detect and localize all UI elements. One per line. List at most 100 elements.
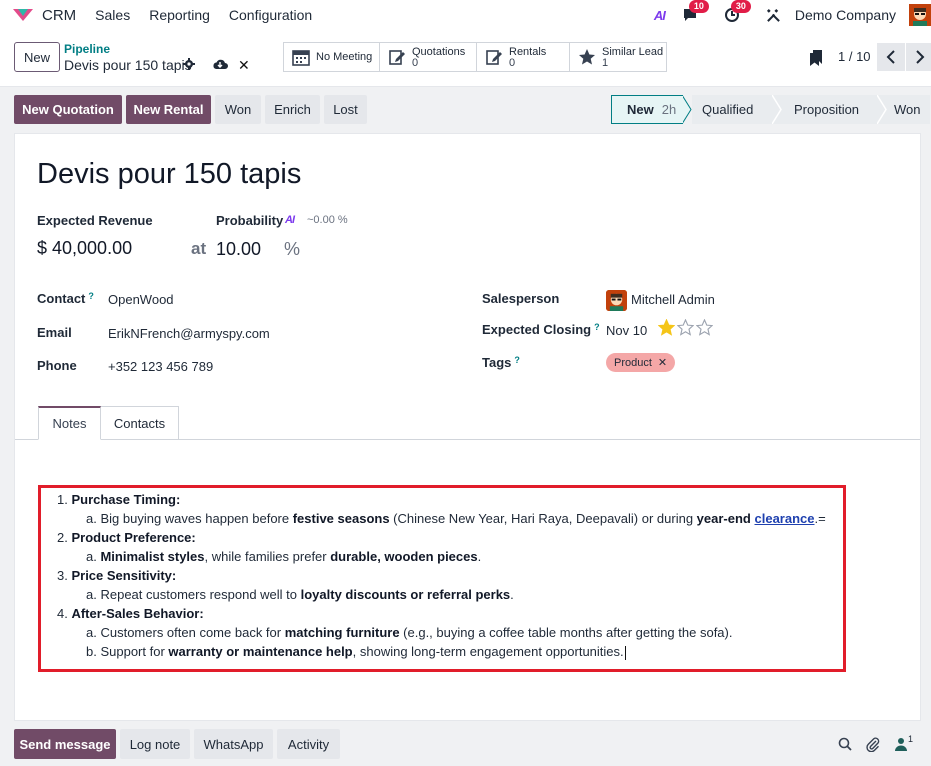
smart-button-meeting[interactable]: No Meeting bbox=[283, 42, 380, 72]
pager-next-button[interactable] bbox=[906, 43, 931, 71]
stage-qualified[interactable]: Qualified bbox=[692, 95, 772, 124]
new-quotation-button[interactable]: New Quotation bbox=[14, 95, 122, 124]
help-tooltip-icon[interactable]: ? bbox=[594, 322, 600, 332]
smart-button-quotations[interactable]: Quotations 0 bbox=[379, 42, 477, 72]
note-bold-text: year-end bbox=[696, 511, 751, 526]
star-empty-icon[interactable] bbox=[677, 319, 694, 336]
phone-label: Phone bbox=[37, 358, 77, 373]
email-input[interactable]: ErikNFrench@armyspy.com bbox=[108, 326, 270, 341]
activity-button[interactable]: Activity bbox=[277, 729, 340, 759]
enrich-button[interactable]: Enrich bbox=[265, 95, 320, 124]
menu-configuration[interactable]: Configuration bbox=[229, 7, 312, 23]
new-rental-button[interactable]: New Rental bbox=[126, 95, 211, 124]
stage-won[interactable]: Won bbox=[887, 95, 930, 124]
note-heading-text: After-Sales Behavior: bbox=[71, 606, 204, 621]
note-heading: 2. Product Preference: bbox=[57, 530, 196, 545]
percent-sign: % bbox=[284, 239, 301, 259]
stage-label: Qualified bbox=[702, 102, 754, 117]
log-note-button[interactable]: Log note bbox=[120, 729, 190, 759]
salesperson-input[interactable]: Mitchell Admin bbox=[631, 292, 715, 307]
stage-proposition[interactable]: Proposition bbox=[782, 95, 877, 124]
pager-value[interactable]: 1 / 10 bbox=[838, 49, 871, 64]
control-panel: New Pipeline Devis pour 150 tapis ✕ No M… bbox=[0, 30, 931, 87]
app-name[interactable]: CRM bbox=[42, 7, 76, 24]
probability-input[interactable]: 10.00 bbox=[216, 239, 261, 260]
note-bold-text: matching furniture bbox=[284, 625, 400, 640]
star-empty-icon[interactable] bbox=[696, 319, 713, 336]
note-subitem: a. Repeat customers respond well to loya… bbox=[86, 587, 514, 602]
phone-input[interactable]: +352 123 456 789 bbox=[108, 359, 213, 374]
note-text: Repeat customers respond well to bbox=[100, 587, 301, 602]
smart-button-value: 0 bbox=[412, 56, 419, 69]
whatsapp-button[interactable]: WhatsApp bbox=[194, 729, 273, 759]
pager-previous-button[interactable] bbox=[877, 43, 905, 71]
discard-icon[interactable]: ✕ bbox=[238, 57, 250, 74]
notes-editor[interactable]: 1. Purchase Timing: a. Big buying waves h… bbox=[38, 485, 846, 672]
smart-button-value: 1 bbox=[602, 56, 609, 69]
stage-arrow-icon bbox=[772, 95, 782, 124]
note-link[interactable]: clearance bbox=[755, 511, 815, 526]
expected-closing-label: Expected Closing? bbox=[482, 322, 600, 337]
menu-sales[interactable]: Sales bbox=[95, 7, 130, 23]
won-button[interactable]: Won bbox=[215, 95, 261, 124]
help-tooltip-icon[interactable]: ? bbox=[514, 355, 520, 365]
lost-button[interactable]: Lost bbox=[324, 95, 367, 124]
breadcrumb-pipeline[interactable]: Pipeline bbox=[64, 42, 110, 56]
crm-logo-icon[interactable] bbox=[12, 7, 34, 23]
note-text: .= bbox=[814, 511, 826, 526]
company-switcher[interactable]: Demo Company bbox=[795, 7, 896, 23]
stage-new[interactable]: New 2h bbox=[611, 95, 683, 124]
tab-notes[interactable]: Notes bbox=[38, 406, 101, 440]
chevron-left-icon bbox=[886, 50, 895, 64]
tag-remove-icon[interactable]: ✕ bbox=[658, 356, 667, 369]
note-letter: b. bbox=[86, 644, 97, 659]
tag-product[interactable]: Product ✕ bbox=[606, 353, 676, 372]
note-text: Big buying waves happen before bbox=[100, 511, 293, 526]
opportunity-title[interactable]: Devis pour 150 tapis bbox=[37, 158, 301, 191]
send-message-button[interactable]: Send message bbox=[14, 729, 116, 759]
tools-icon[interactable] bbox=[763, 4, 785, 26]
user-avatar[interactable] bbox=[909, 4, 931, 26]
status-bar: New Quotation New Rental Won Enrich Lost… bbox=[0, 87, 931, 133]
smart-button-label: Quotations bbox=[412, 45, 466, 58]
note-subitem: a. Customers often come back for matchin… bbox=[86, 625, 732, 640]
note-letter: a. bbox=[86, 549, 97, 564]
tab-contacts[interactable]: Contacts bbox=[101, 406, 179, 440]
priority-stars[interactable] bbox=[658, 319, 713, 336]
contact-input[interactable]: OpenWood bbox=[108, 292, 174, 307]
text-cursor bbox=[624, 645, 626, 660]
ai-probability-icon: AI bbox=[285, 214, 295, 226]
save-cloud-icon[interactable] bbox=[212, 58, 228, 70]
note-number: 2. bbox=[57, 530, 68, 545]
expected-revenue-input[interactable]: $ 40,000.00 bbox=[37, 238, 132, 259]
edit-document-icon bbox=[389, 50, 405, 65]
note-heading: 3. Price Sensitivity: bbox=[57, 568, 176, 583]
gear-icon[interactable] bbox=[183, 58, 195, 70]
form-sheet: Devis pour 150 tapis Expected Revenue $ … bbox=[14, 133, 921, 721]
search-icon[interactable] bbox=[838, 737, 852, 751]
followers-icon[interactable] bbox=[895, 737, 907, 751]
note-heading-text: Purchase Timing: bbox=[71, 492, 181, 507]
bookmarks-icon[interactable] bbox=[810, 50, 822, 66]
smart-button-rentals[interactable]: Rentals 0 bbox=[476, 42, 570, 72]
paperclip-icon[interactable] bbox=[866, 737, 880, 752]
help-tooltip-icon[interactable]: ? bbox=[88, 291, 94, 301]
stage-arrow-icon bbox=[877, 95, 887, 124]
star-filled-icon[interactable] bbox=[658, 319, 675, 336]
menu-reporting[interactable]: Reporting bbox=[149, 7, 210, 23]
smart-button-similar-lead[interactable]: Similar Lead 1 bbox=[569, 42, 667, 72]
note-bold-text: festive seasons bbox=[292, 511, 390, 526]
note-heading-text: Price Sensitivity: bbox=[71, 568, 177, 583]
contact-label-text: Contact bbox=[37, 291, 86, 306]
contact-label: Contact? bbox=[37, 291, 94, 306]
messages-icon[interactable]: 10 bbox=[679, 0, 709, 26]
new-record-button[interactable]: New bbox=[14, 42, 60, 72]
activities-icon[interactable]: 30 bbox=[721, 0, 751, 26]
breadcrumb-current: Devis pour 150 tapis bbox=[64, 57, 192, 73]
salesperson-avatar bbox=[606, 290, 627, 311]
ai-icon[interactable]: AI bbox=[654, 8, 666, 23]
note-bold-text: durable, wooden pieces bbox=[330, 549, 478, 564]
expected-closing-input[interactable]: Nov 10 bbox=[606, 323, 647, 338]
stage-duration: 2h bbox=[661, 102, 677, 117]
note-heading: 1. Purchase Timing: bbox=[57, 492, 180, 507]
